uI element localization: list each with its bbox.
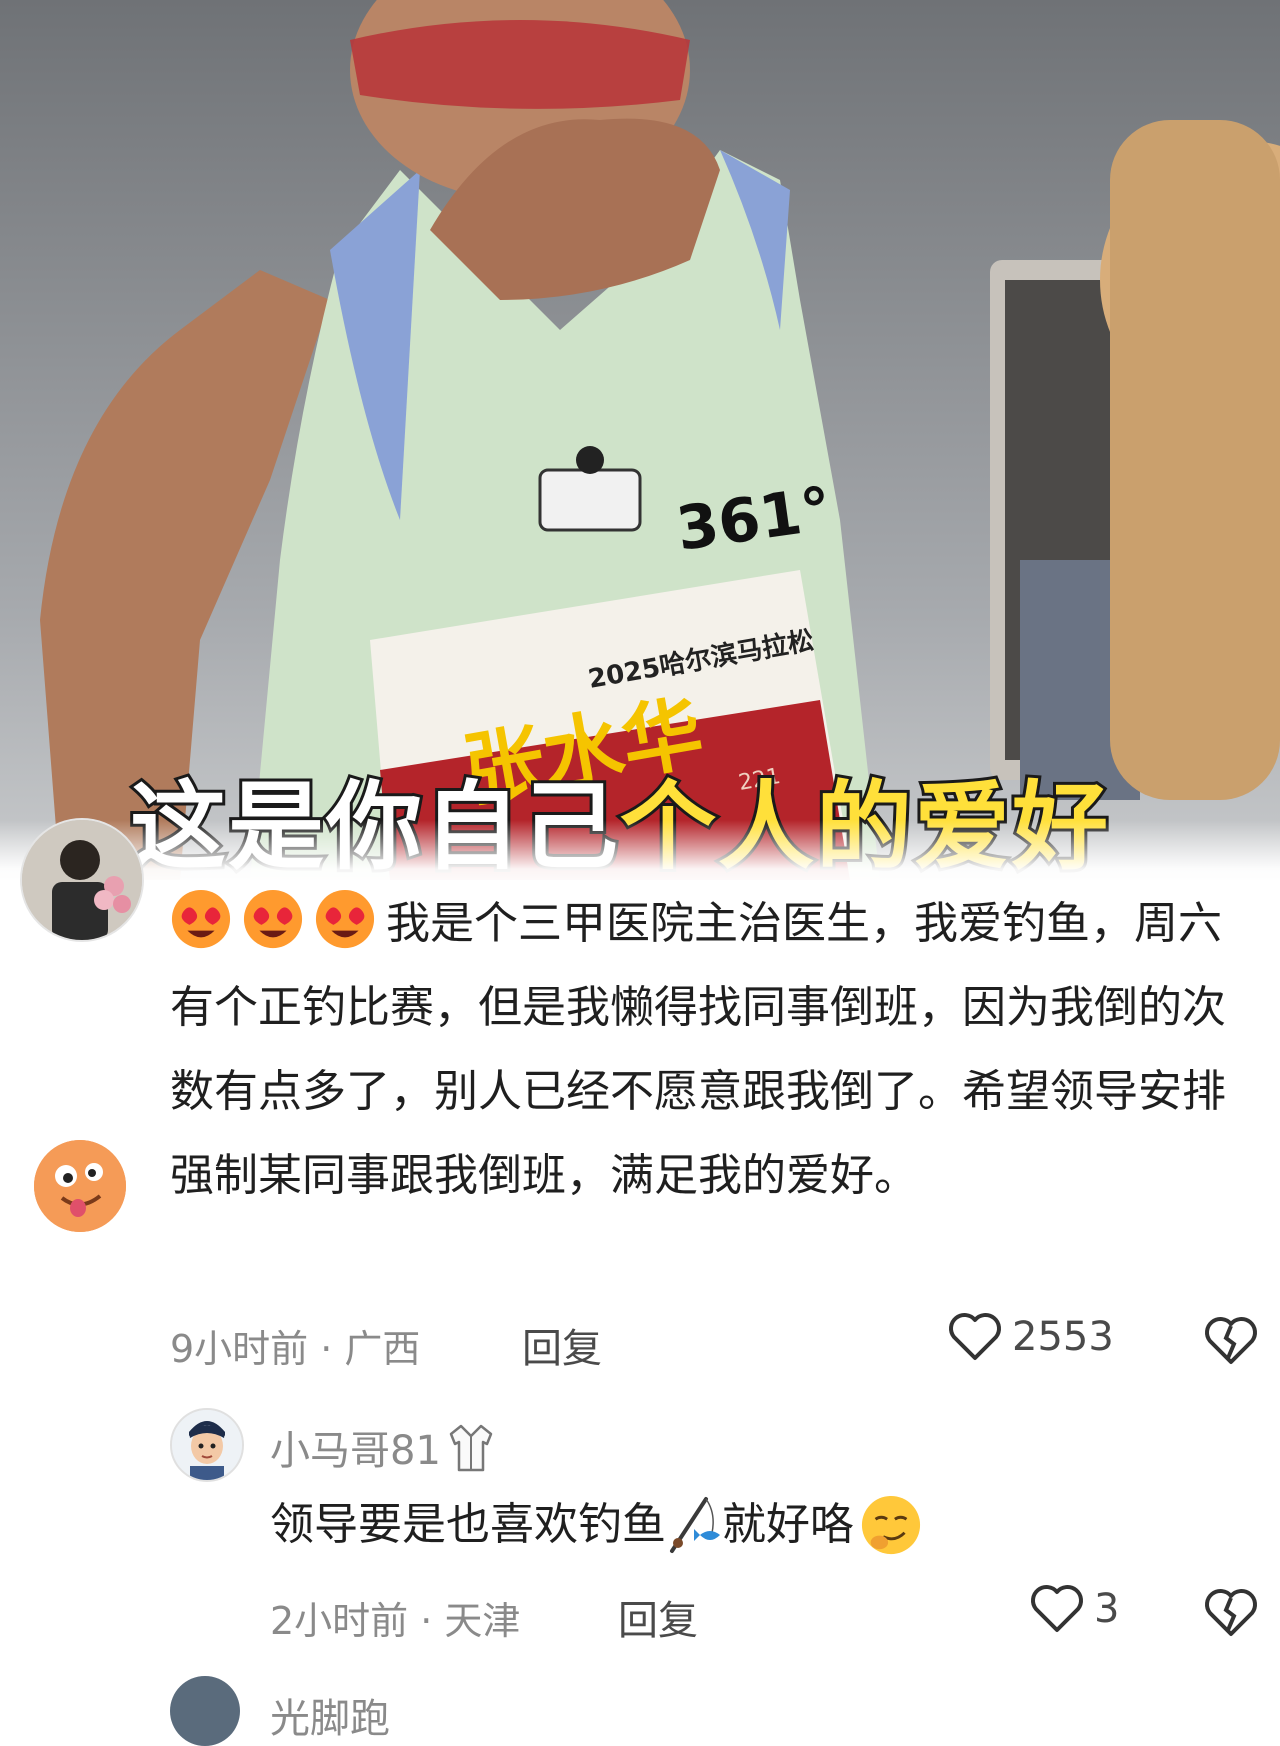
avatar[interactable] bbox=[20, 818, 144, 942]
next-reply-username[interactable]: 光脚跑 bbox=[270, 1686, 390, 1744]
like-count: 2553 bbox=[1012, 1314, 1114, 1360]
mic-clip bbox=[538, 468, 642, 532]
reply-reply-button[interactable]: 回复 bbox=[618, 1588, 698, 1646]
comment-time-location: 9小时前 · 广西 bbox=[170, 1327, 421, 1371]
fishing-rod-icon bbox=[670, 1497, 720, 1553]
reply-dislike-button[interactable] bbox=[1204, 1588, 1258, 1642]
reply-text-before: 领导要是也喜欢钓鱼 bbox=[270, 1499, 666, 1550]
commenter-avatar[interactable] bbox=[34, 1140, 126, 1232]
broken-heart-icon bbox=[1205, 1317, 1257, 1364]
reply-text-after: 就好咯 bbox=[722, 1499, 854, 1550]
reply-username[interactable]: 小马哥81 bbox=[270, 1418, 441, 1476]
avatar-photo bbox=[22, 820, 142, 940]
reply-body: 领导要是也喜欢钓鱼 就好咯 bbox=[270, 1490, 922, 1560]
reply-avatar[interactable] bbox=[170, 1408, 244, 1482]
sunglasses bbox=[350, 20, 690, 109]
reply-username-row: 小马哥81 bbox=[270, 1418, 493, 1476]
dislike-button[interactable] bbox=[1204, 1316, 1258, 1370]
heart-eyes-face-icon bbox=[171, 889, 231, 949]
microphone bbox=[576, 446, 604, 474]
heart-eyes-face-icon bbox=[315, 889, 375, 949]
video-scene: 361° 2025哈尔滨马拉松 张水华 221 bbox=[40, 0, 1280, 880]
doctor-coat-icon bbox=[449, 1424, 493, 1472]
comment-body: 我是个三甲医院主治医生，我爱钓鱼，周六有个正钓比赛，但是我懒得找同事倒班，因为我… bbox=[170, 882, 1250, 1218]
smirking-face-icon bbox=[861, 1495, 921, 1555]
broken-heart-icon bbox=[1205, 1589, 1257, 1636]
silly-face-icon bbox=[34, 1140, 126, 1232]
reply-like-button[interactable]: 3 bbox=[1030, 1584, 1119, 1634]
hat-edge bbox=[1110, 120, 1280, 800]
heart-outline-icon bbox=[1031, 1585, 1083, 1632]
reply-time-location: 2小时前 · 天津 bbox=[270, 1599, 521, 1643]
reply-like-count: 3 bbox=[1094, 1586, 1120, 1632]
next-reply-avatar[interactable] bbox=[170, 1676, 240, 1746]
video-fade bbox=[0, 820, 1280, 880]
heart-outline-icon bbox=[949, 1313, 1001, 1360]
video-frame[interactable]: 361° 2025哈尔滨马拉松 张水华 221 这是你自己个人的爱好 bbox=[0, 0, 1280, 880]
cartoon-man-avatar bbox=[172, 1410, 242, 1480]
heart-eyes-face-icon bbox=[243, 889, 303, 949]
like-button[interactable]: 2553 bbox=[948, 1312, 1114, 1362]
reply-button[interactable]: 回复 bbox=[522, 1316, 602, 1374]
